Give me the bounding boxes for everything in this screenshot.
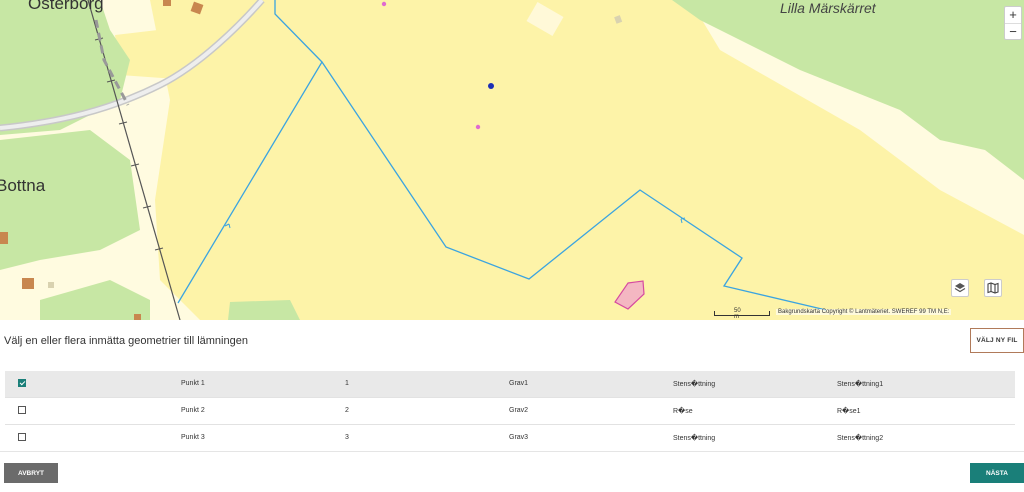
cell-name: Punkt 3 bbox=[181, 434, 205, 441]
row-checkbox[interactable] bbox=[18, 379, 26, 387]
marker-point-pink[interactable] bbox=[475, 124, 481, 130]
cell-number: 3 bbox=[345, 434, 349, 441]
cell-number: 2 bbox=[345, 407, 349, 414]
row-checkbox[interactable] bbox=[18, 406, 26, 414]
basemap-button[interactable] bbox=[984, 279, 1002, 297]
row-checkbox[interactable] bbox=[18, 433, 26, 441]
marker-point-dark[interactable] bbox=[488, 83, 494, 89]
next-button[interactable]: NÄSTA bbox=[970, 463, 1024, 483]
map-view[interactable]: Österborg Bottna Lilla Märskärret + − 50… bbox=[0, 0, 1024, 320]
cell-number: 1 bbox=[345, 380, 349, 387]
cell-type: Grav3 bbox=[509, 434, 529, 441]
cell-identifier: R�se1 bbox=[837, 408, 861, 415]
map-canvas[interactable] bbox=[0, 0, 1024, 320]
cell-identifier: Stens�ttning1 bbox=[837, 381, 884, 388]
scale-line bbox=[714, 311, 770, 316]
panel-title: Välj en eller flera inmätta geometrier t… bbox=[4, 335, 248, 347]
cancel-button[interactable]: AVBRYT bbox=[4, 463, 58, 483]
place-label-osterborg: Österborg bbox=[28, 0, 104, 13]
table-row[interactable]: Punkt 2 2 Grav2 R�se R�se1 bbox=[5, 398, 1015, 425]
select-new-file-button[interactable]: VÄLJ NY FIL bbox=[970, 328, 1024, 353]
geometry-table: Punkt 1 1 Grav1 Stens�ttning Stens�ttnin… bbox=[5, 371, 1015, 452]
geometry-selection-panel: Välj en eller flera inmätta geometrier t… bbox=[0, 320, 1024, 492]
forest-area-south bbox=[228, 300, 300, 320]
layers-icon bbox=[954, 283, 966, 293]
cell-subtype: Stens�ttning bbox=[673, 435, 716, 442]
cell-identifier: Stens�ttning2 bbox=[837, 435, 884, 442]
cell-type: Grav1 bbox=[509, 380, 529, 387]
footer-divider bbox=[0, 451, 1024, 452]
place-label-lilla-marskarret: Lilla Märskärret bbox=[780, 0, 876, 16]
zoom-out-button[interactable]: − bbox=[1005, 24, 1021, 40]
cell-subtype: Stens�ttning bbox=[673, 381, 716, 388]
zoom-control: + − bbox=[1004, 6, 1022, 40]
cell-name: Punkt 2 bbox=[181, 407, 205, 414]
table-row[interactable]: Punkt 1 1 Grav1 Stens�ttning Stens�ttnin… bbox=[5, 371, 1015, 398]
layers-button[interactable] bbox=[951, 279, 969, 297]
cell-type: Grav2 bbox=[509, 407, 529, 414]
place-label-bottna: Bottna bbox=[0, 176, 46, 195]
zoom-in-button[interactable]: + bbox=[1005, 7, 1021, 24]
map-icon bbox=[987, 282, 999, 294]
cell-name: Punkt 1 bbox=[181, 380, 205, 387]
scale-label: 50 m bbox=[734, 308, 741, 320]
marker-point-pink[interactable] bbox=[381, 1, 387, 7]
cell-subtype: R�se bbox=[673, 408, 693, 415]
map-copyright: Bakgrundskarta Copyright © Lantmäteriet.… bbox=[776, 309, 952, 315]
table-row[interactable]: Punkt 3 3 Grav3 Stens�ttning Stens�ttnin… bbox=[5, 425, 1015, 452]
